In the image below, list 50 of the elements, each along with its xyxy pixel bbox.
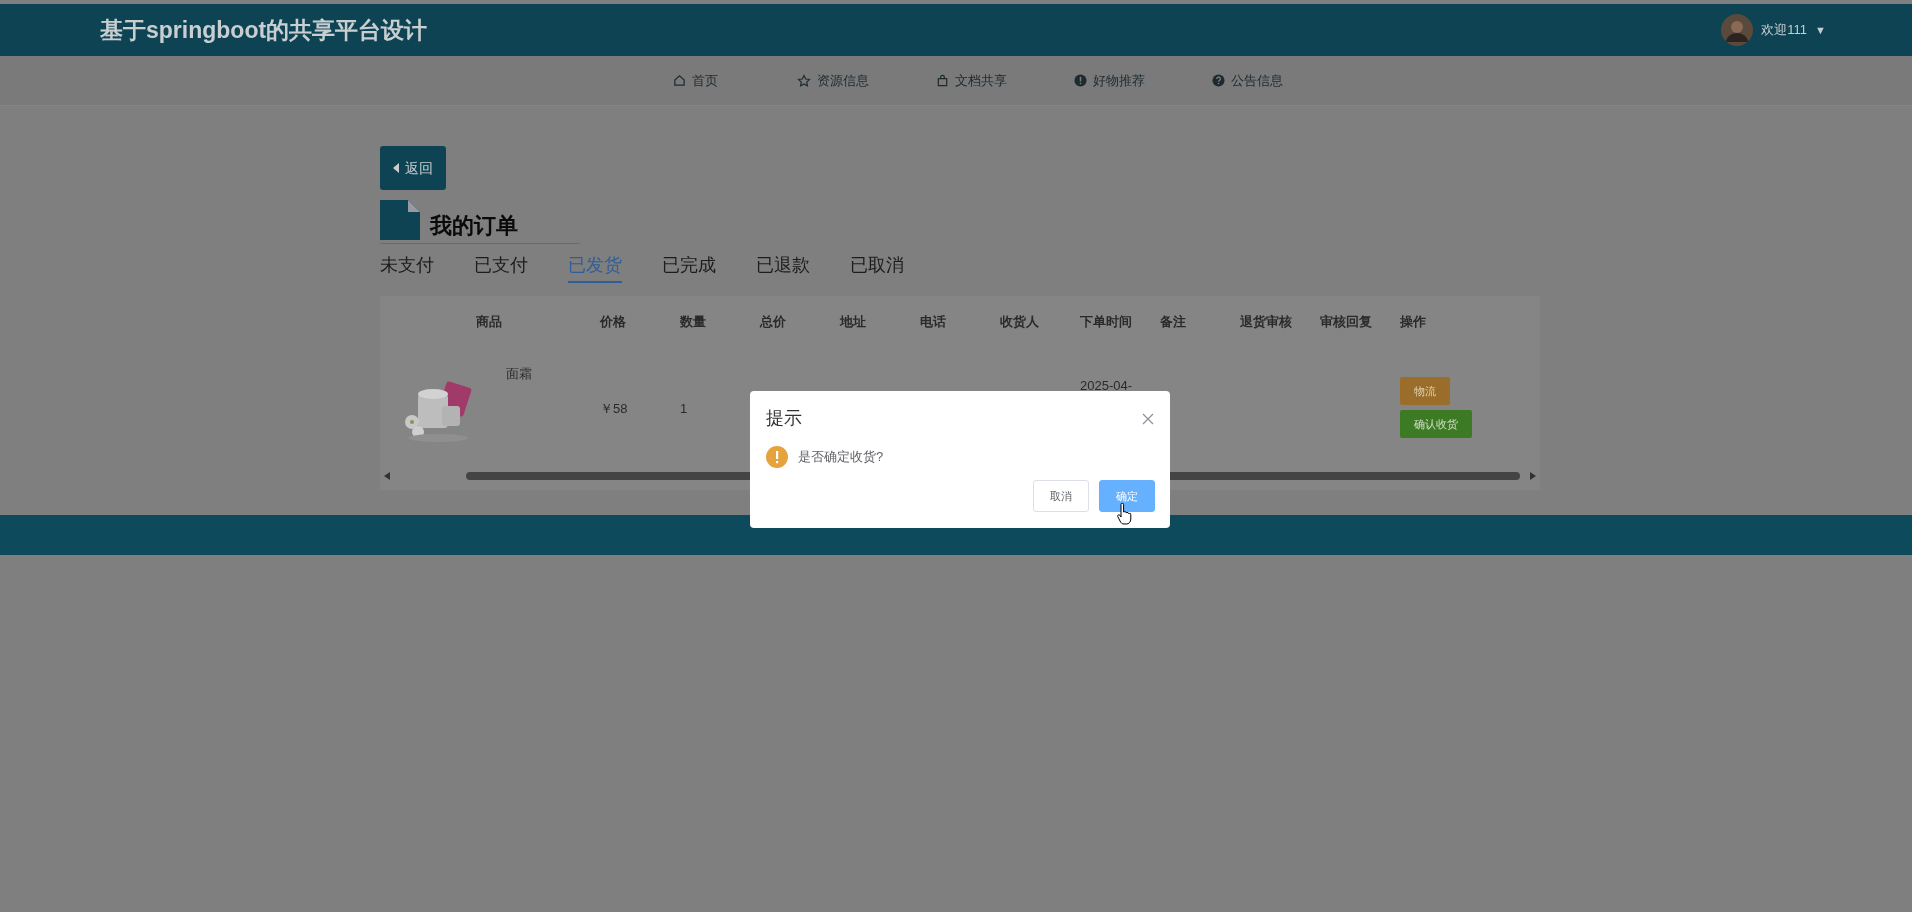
column-header: 商品: [476, 314, 502, 329]
dialog-message: 是否确定收货?: [798, 448, 884, 467]
column-header: 操作: [1400, 314, 1426, 329]
site-title: 基于springboot的共享平台设计: [100, 15, 428, 45]
column-header: 退货审核: [1240, 314, 1292, 329]
order-tab[interactable]: 已完成: [662, 250, 756, 284]
bag-icon: [935, 74, 949, 87]
warning-icon: [766, 446, 788, 468]
table-cell: 1: [680, 401, 688, 416]
scroll-left-icon[interactable]: [384, 472, 390, 480]
column-header: 电话: [920, 314, 946, 329]
action-button[interactable]: 确认收货: [1400, 410, 1472, 438]
column-header: 总价: [760, 314, 786, 329]
column-header: 数量: [680, 314, 706, 329]
question-icon: [1211, 74, 1225, 87]
caret-left-icon: [393, 163, 399, 173]
product-name: 面霜: [506, 365, 532, 382]
column-header: 审核回复: [1320, 314, 1372, 329]
nav-link[interactable]: 公告信息: [1202, 70, 1292, 91]
avatar: [1721, 14, 1754, 46]
action-button[interactable]: 物流: [1400, 377, 1450, 405]
order-tab[interactable]: 未支付: [380, 250, 474, 284]
close-icon[interactable]: [1142, 412, 1154, 425]
table-cell: 2025-04-: [1080, 378, 1133, 393]
dialog-title: 提示: [766, 407, 802, 430]
column-header: 地址: [840, 314, 866, 329]
cursor-icon: [1117, 503, 1133, 525]
welcome-text[interactable]: 欢迎111: [1761, 20, 1808, 40]
page-title-icon: [380, 200, 420, 240]
column-header: 价格: [600, 314, 626, 329]
column-header: 收货人: [1000, 314, 1039, 329]
home-icon: [672, 74, 686, 87]
nav-link[interactable]: 首页: [650, 70, 740, 91]
column-header: 备注: [1160, 314, 1186, 329]
exclamation-icon: [1073, 74, 1087, 87]
nav-link[interactable]: 资源信息: [788, 70, 878, 91]
column-header: 下单时间: [1080, 314, 1132, 329]
nav-link[interactable]: 文档共享: [926, 70, 1016, 91]
order-tab[interactable]: 已退款: [756, 250, 850, 284]
order-tab[interactable]: 已取消: [850, 250, 944, 284]
nav-link[interactable]: 好物推荐: [1064, 70, 1154, 91]
back-button[interactable]: 返回: [380, 146, 446, 190]
star-icon: [797, 73, 811, 88]
page-title: 我的订单: [430, 212, 518, 240]
order-tab[interactable]: 已支付: [474, 250, 568, 284]
caret-icon[interactable]: ▼: [1815, 21, 1826, 39]
dialog-button[interactable]: 取消: [1033, 480, 1089, 512]
table-cell: ￥58: [600, 401, 628, 416]
dialog-button[interactable]: 确定: [1099, 480, 1155, 512]
scroll-right-icon[interactable]: [1530, 472, 1536, 480]
